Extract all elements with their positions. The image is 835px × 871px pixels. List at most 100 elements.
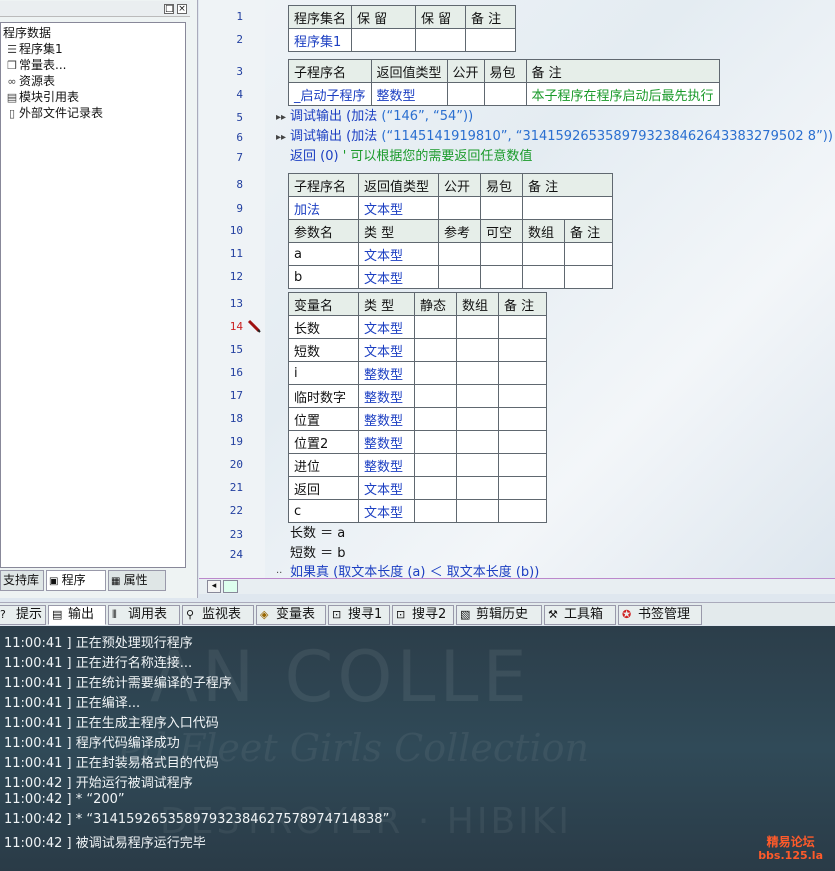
code-line-7[interactable]: 返回 (0) ' 可以根据您的需要返回任意数值: [290, 148, 532, 166]
table-cell[interactable]: [498, 384, 547, 408]
table-cell[interactable]: [414, 407, 457, 431]
table-cell[interactable]: [456, 384, 499, 408]
table-cell[interactable]: [498, 407, 547, 431]
tab-output[interactable]: ▤ 输出: [48, 605, 106, 625]
table-cell[interactable]: [414, 476, 457, 500]
table-cell[interactable]: [438, 196, 481, 220]
table-cell[interactable]: [564, 265, 613, 289]
table-row[interactable]: i 整数型: [288, 361, 547, 385]
scroll-left-icon[interactable]: ◂: [207, 580, 221, 593]
variable-name-cell[interactable]: 临时数字: [288, 384, 359, 408]
table-cell[interactable]: [456, 361, 499, 385]
scroll-thumb[interactable]: [223, 580, 238, 593]
tab-clip-history[interactable]: ▧ 剪辑历史: [456, 605, 542, 625]
tree-item-module-refs[interactable]: ▤ 模块引用表: [5, 89, 79, 105]
table-cell[interactable]: [414, 430, 457, 454]
project-tree[interactable]: 程序数据 ☰ 程序集1 ❒ 常量表... ∞ 资源表 ▤ 模块引用表 ▯ 外部文件记录表: [0, 22, 186, 568]
table-cell[interactable]: [480, 242, 523, 266]
table-cell[interactable]: [498, 315, 547, 339]
variable-type-cell[interactable]: 文本型: [358, 476, 415, 500]
table-cell[interactable]: [415, 28, 467, 52]
horizontal-scrollbar[interactable]: ◂: [199, 578, 835, 594]
table-row[interactable]: 位置 整数型: [288, 407, 547, 431]
table-cell[interactable]: [480, 196, 523, 220]
return-type-cell[interactable]: 文本型: [358, 196, 439, 220]
variable-name-cell[interactable]: 短数: [288, 338, 359, 362]
variable-name-cell[interactable]: 进位: [288, 453, 359, 477]
tab-variables[interactable]: ◈ 变量表: [256, 605, 326, 625]
code-line-23[interactable]: 长数 ＝ a: [290, 525, 345, 543]
table-row[interactable]: 长数 文本型: [288, 315, 547, 339]
table-cell[interactable]: [480, 265, 523, 289]
variable-type-cell[interactable]: 文本型: [358, 499, 415, 523]
variable-name-cell[interactable]: 返回: [288, 476, 359, 500]
code-line-25[interactable]: ·· 如果真 (取文本长度 (a) ＜ 取文本长度 (b)): [276, 564, 539, 578]
variable-name-cell[interactable]: 长数: [288, 315, 359, 339]
table-cell[interactable]: [414, 315, 457, 339]
tree-item-program-data[interactable]: 程序数据: [3, 25, 51, 41]
close-button[interactable]: ×: [177, 4, 187, 14]
table-cell[interactable]: [438, 265, 481, 289]
table-cell[interactable]: [414, 338, 457, 362]
table-cell[interactable]: [498, 499, 547, 523]
table-cell[interactable]: [456, 476, 499, 500]
table-cell[interactable]: [498, 453, 547, 477]
table-cell[interactable]: [414, 499, 457, 523]
table-cell[interactable]: [522, 196, 613, 220]
variable-name-cell[interactable]: i: [288, 361, 359, 385]
table-cell[interactable]: [522, 242, 565, 266]
tab-support-library[interactable]: 支持库: [0, 570, 44, 591]
table-cell[interactable]: [498, 430, 547, 454]
tab-toolbox[interactable]: ⚒ 工具箱: [544, 605, 616, 625]
table-row[interactable]: 返回 文本型: [288, 476, 547, 500]
table-cell[interactable]: [438, 242, 481, 266]
tab-properties[interactable]: ▦ 属性: [108, 570, 166, 591]
variable-type-cell[interactable]: 文本型: [358, 338, 415, 362]
table-cell[interactable]: [456, 453, 499, 477]
tree-item-external-files[interactable]: ▯ 外部文件记录表: [5, 105, 103, 121]
table-cell[interactable]: [498, 476, 547, 500]
variable-type-cell[interactable]: 整数型: [358, 407, 415, 431]
return-type-cell[interactable]: 整数型: [370, 82, 448, 106]
param-name-cell[interactable]: b: [288, 265, 359, 289]
table-cell[interactable]: [483, 82, 527, 106]
table-cell[interactable]: [456, 430, 499, 454]
table-cell[interactable]: [351, 28, 417, 52]
maximize-button[interactable]: □: [164, 4, 174, 14]
variable-name-cell[interactable]: c: [288, 499, 359, 523]
tab-call-stack[interactable]: ⦀ 调用表: [108, 605, 180, 625]
code-line-5[interactable]: ▸▸ 调试输出 (加法 (“146”, “54”)): [276, 108, 473, 127]
table-cell[interactable]: [498, 338, 547, 362]
variable-type-cell[interactable]: 整数型: [358, 361, 415, 385]
variable-name-cell[interactable]: 位置2: [288, 430, 359, 454]
table-cell[interactable]: [456, 499, 499, 523]
subroutine-name-cell[interactable]: _启动子程序: [288, 82, 372, 106]
comment-cell[interactable]: 本子程序在程序启动后最先执行: [525, 82, 720, 106]
variable-name-cell[interactable]: 位置: [288, 407, 359, 431]
table-cell[interactable]: [522, 265, 565, 289]
variable-type-cell[interactable]: 整数型: [358, 430, 415, 454]
param-name-cell[interactable]: a: [288, 242, 359, 266]
table-cell[interactable]: [498, 361, 547, 385]
table-row[interactable]: 临时数字 整数型: [288, 384, 547, 408]
table-cell[interactable]: [414, 453, 457, 477]
tree-item-constants[interactable]: ❒ 常量表...: [5, 57, 66, 73]
tab-search1[interactable]: ⊡ 搜寻1: [328, 605, 390, 625]
table-cell[interactable]: [564, 242, 613, 266]
table-row[interactable]: c 文本型: [288, 499, 547, 523]
tab-hints[interactable]: ? 提示: [0, 605, 46, 625]
tab-watch[interactable]: ⚲ 监视表: [182, 605, 254, 625]
table-cell[interactable]: [456, 315, 499, 339]
variable-type-cell[interactable]: 整数型: [358, 453, 415, 477]
code-line-24[interactable]: 短数 ＝ b: [290, 545, 346, 563]
tree-item-assembly[interactable]: ☰ 程序集1: [5, 41, 63, 57]
table-cell[interactable]: [414, 361, 457, 385]
tab-search2[interactable]: ⊡ 搜寻2: [392, 605, 454, 625]
table-row[interactable]: 短数 文本型: [288, 338, 547, 362]
code-line-6[interactable]: ▸▸ 调试输出 (加法 (“1145141919810”, “3141592653…: [276, 128, 833, 147]
tree-item-resources[interactable]: ∞ 资源表: [5, 73, 55, 89]
param-type-cell[interactable]: 文本型: [358, 265, 439, 289]
table-cell[interactable]: [456, 338, 499, 362]
table-cell[interactable]: [465, 28, 517, 52]
subroutine-name-cell[interactable]: 加法: [288, 196, 359, 220]
